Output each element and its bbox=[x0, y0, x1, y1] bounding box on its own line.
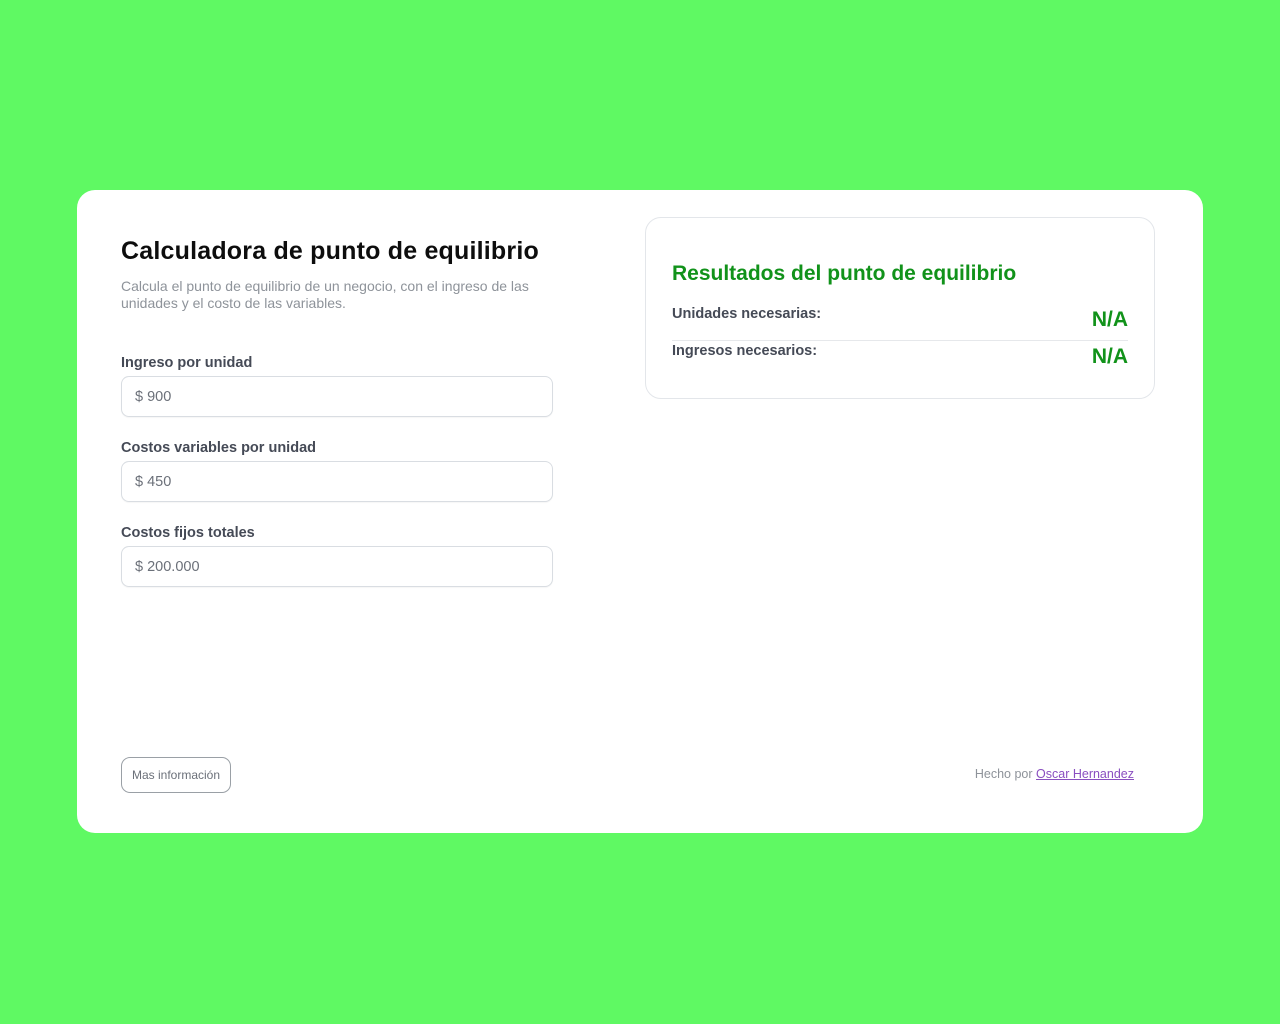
fixed-costs-input[interactable] bbox=[122, 547, 552, 586]
fixed-costs-input-wrapper bbox=[121, 546, 553, 587]
revenue-needed-value: N/A bbox=[1091, 345, 1128, 368]
calculator-card: Calculadora de punto de equilibrio Calcu… bbox=[77, 190, 1203, 833]
variable-costs-label: Costos variables por unidad bbox=[121, 440, 316, 456]
fixed-costs-label: Costos fijos totales bbox=[121, 525, 255, 541]
credit-prefix: Hecho por bbox=[974, 767, 1033, 781]
author-credit: Hecho por Oscar Hernandez bbox=[975, 766, 1134, 783]
page-title: Calculadora de punto de equilibrio bbox=[121, 237, 539, 265]
income-per-unit-field: Ingreso por unidad bbox=[121, 354, 553, 417]
result-row-units: Unidades necesarias: N/A bbox=[672, 304, 1128, 341]
more-info-button[interactable]: Mas información bbox=[121, 757, 232, 793]
variable-costs-input-wrapper bbox=[121, 461, 553, 502]
result-row-revenue: Ingresos necesarios: N/A bbox=[672, 341, 1128, 377]
income-per-unit-input[interactable] bbox=[122, 377, 552, 416]
revenue-needed-label: Ingresos necesarios: bbox=[672, 343, 818, 359]
units-needed-value: N/A bbox=[1091, 308, 1128, 331]
income-per-unit-input-wrapper bbox=[121, 376, 553, 417]
variable-costs-field: Costos variables por unidad bbox=[121, 439, 553, 502]
income-per-unit-label: Ingreso por unidad bbox=[121, 355, 253, 371]
page-subtitle: Calcula el punto de equilibrio de un neg… bbox=[121, 278, 529, 311]
calculator-form: Calculadora de punto de equilibrio Calcu… bbox=[121, 234, 581, 312]
variable-costs-input[interactable] bbox=[122, 462, 552, 501]
fixed-costs-field: Costos fijos totales bbox=[121, 524, 553, 587]
results-title: Resultados del punto de equilibrio bbox=[672, 262, 1017, 285]
author-link[interactable]: Oscar Hernandez bbox=[1036, 767, 1134, 781]
units-needed-label: Unidades necesarias: bbox=[672, 306, 822, 322]
results-panel: Resultados del punto de equilibrio Unida… bbox=[645, 217, 1155, 399]
